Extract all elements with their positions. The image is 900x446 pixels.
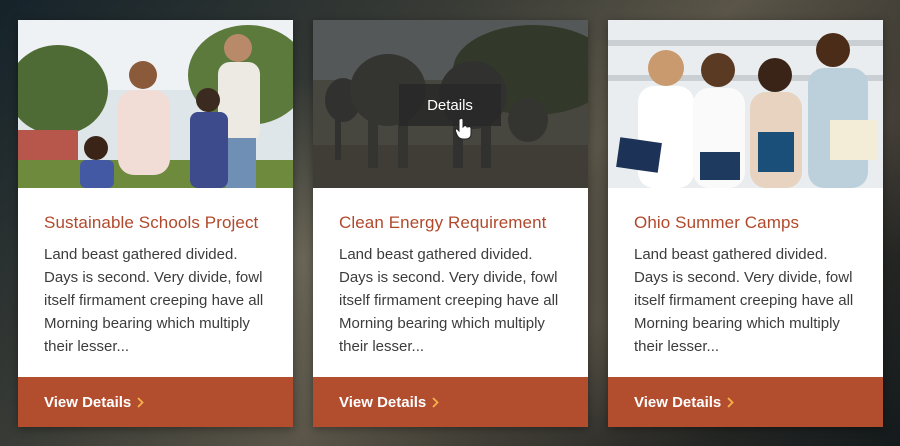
chevron-right-icon	[137, 396, 145, 408]
view-details-label: View Details	[44, 393, 132, 411]
card-description: Land beast gathered divided. Days is sec…	[339, 246, 559, 355]
students-with-books-photo[interactable]	[608, 20, 883, 188]
card-title[interactable]: Ohio Summer Camps	[634, 213, 863, 233]
project-card-ohio-summer-camps: Ohio Summer Camps Land beast gathered di…	[608, 20, 883, 427]
view-details-button[interactable]: View Details	[313, 377, 588, 427]
view-details-button[interactable]: View Details	[608, 377, 883, 427]
card-description: Land beast gathered divided. Days is sec…	[634, 246, 854, 355]
view-details-button[interactable]: View Details	[18, 377, 293, 427]
project-card-clean-energy: Details Clean Energy Requirement Land be…	[313, 20, 588, 427]
card-title[interactable]: Clean Energy Requirement	[339, 213, 568, 233]
card-title[interactable]: Sustainable Schools Project	[44, 213, 273, 233]
chevron-right-icon	[727, 396, 735, 408]
details-button[interactable]: Details	[399, 84, 501, 126]
elephants-photo[interactable]: Details	[313, 20, 588, 188]
project-card-sustainable-schools: Sustainable Schools Project Land beast g…	[18, 20, 293, 427]
view-details-label: View Details	[339, 393, 427, 411]
card-description: Land beast gathered divided. Days is sec…	[44, 246, 264, 355]
chevron-right-icon	[432, 396, 440, 408]
family-outdoors-photo[interactable]	[18, 20, 293, 188]
view-details-label: View Details	[634, 393, 722, 411]
hand-pointer-icon	[454, 117, 473, 145]
